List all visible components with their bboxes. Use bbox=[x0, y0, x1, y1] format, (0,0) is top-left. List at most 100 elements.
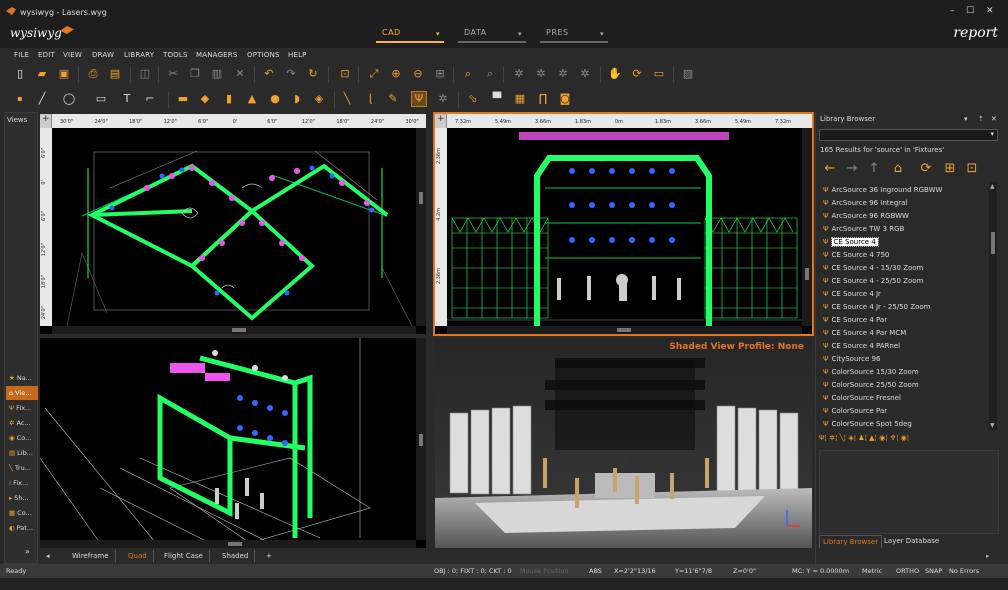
window-icon[interactable]: ▭ bbox=[652, 67, 666, 81]
viewport-front[interactable]: 7.32m 5.49m 3.66m 1.83m 0m 1.83m 3.66m 5.49m 7.3… bbox=[433, 112, 814, 336]
ruler-icon[interactable]: ✎ bbox=[386, 92, 400, 106]
menu-view[interactable]: VIEW bbox=[63, 51, 82, 59]
open-folder-icon[interactable]: ▰ bbox=[35, 67, 49, 81]
views-panel-item[interactable]: Ψ Fix... bbox=[6, 401, 38, 415]
paste-icon[interactable]: ▥ bbox=[210, 67, 224, 81]
up-arrow-icon[interactable]: ↑ bbox=[867, 162, 881, 176]
panel-menu-icon[interactable]: ▾ bbox=[964, 115, 968, 123]
library-list-item[interactable]: Ψ CE Source 4 PARnel bbox=[823, 340, 900, 353]
cable-icon[interactable]: ⌊ bbox=[364, 92, 378, 106]
save-icon[interactable]: ▣ bbox=[57, 67, 71, 81]
light-effect-icon[interactable]: ✲ bbox=[436, 92, 450, 106]
library-list-item[interactable]: Ψ CE Source 4 Par MCM bbox=[823, 327, 906, 340]
horizontal-scrollbar[interactable] bbox=[447, 326, 802, 334]
image-icon[interactable]: ▨ bbox=[681, 67, 695, 81]
viewport-shaded[interactable]: Shaded View Profile: None bbox=[435, 338, 812, 548]
library-list-item[interactable]: Ψ CitySource 96 bbox=[823, 353, 880, 366]
tab-shaded[interactable]: Shaded bbox=[216, 550, 256, 562]
maximize-button[interactable]: ☐ bbox=[966, 6, 974, 16]
camera-icon[interactable]: ◙ bbox=[558, 92, 572, 106]
library-list-item[interactable]: Ψ CE Source 4 Jr bbox=[823, 288, 881, 301]
expand-panel-icon[interactable]: ▸ bbox=[986, 552, 990, 560]
views-panel-item[interactable]: ⌂ Vie... bbox=[6, 386, 38, 400]
library-filter-row[interactable]: Ψ¦ ✲¦ ╲¦ ◈¦ ♟¦ ▲¦ ◉¦ ♆¦ ◉¦ bbox=[819, 434, 999, 446]
platform-icon[interactable]: ◆ bbox=[198, 92, 212, 106]
library-search-input[interactable]: ▾ bbox=[819, 129, 998, 141]
status-metric[interactable]: Metric bbox=[862, 567, 882, 575]
rectangle-icon[interactable]: ▭ bbox=[94, 92, 108, 106]
views-panel-item[interactable]: ★ Na... bbox=[6, 371, 38, 385]
pin-icon[interactable]: ⇡ bbox=[978, 115, 984, 123]
circle-icon[interactable]: ◯ bbox=[62, 92, 76, 106]
menu-edit[interactable]: EDIT bbox=[38, 51, 55, 59]
delete-icon[interactable]: ✕ bbox=[233, 67, 247, 81]
drape-icon[interactable]: ◗ bbox=[290, 92, 304, 106]
minimize-button[interactable]: – bbox=[950, 6, 955, 16]
tab-quad[interactable]: Quad bbox=[122, 550, 154, 562]
paper-icon[interactable]: ◫ bbox=[138, 67, 152, 81]
layer-icon-4[interactable]: ✲ bbox=[578, 67, 592, 81]
copy-icon[interactable]: ❐ bbox=[188, 67, 202, 81]
truss-icon[interactable]: ▬ bbox=[176, 92, 190, 106]
chevron-down-icon[interactable]: ▾ bbox=[990, 130, 994, 138]
mode-pres-button[interactable]: PRES ▾ bbox=[540, 28, 608, 43]
cone-icon[interactable]: ▲ bbox=[245, 92, 259, 106]
fixture-tool-icon[interactable]: Ψ bbox=[411, 91, 427, 107]
library-list-item[interactable]: Ψ ColorSource Fresnel bbox=[823, 392, 901, 405]
library-list-item[interactable]: Ψ ArcSource 96 Integral bbox=[823, 197, 907, 210]
cylinder-icon[interactable]: ▮ bbox=[222, 92, 236, 106]
horizontal-scrollbar[interactable] bbox=[40, 540, 416, 548]
library-list-item[interactable]: Ψ CE Source 4 - 15/30 Zoom bbox=[823, 262, 923, 275]
cut-icon[interactable]: ✂ bbox=[166, 67, 180, 81]
library-list-item[interactable]: Ψ ColorSource Spot 5deg bbox=[823, 418, 912, 431]
report-button[interactable]: report bbox=[953, 25, 998, 41]
text-icon[interactable]: T bbox=[120, 92, 134, 106]
dimension-icon[interactable]: ⌐ bbox=[143, 92, 157, 106]
tab-library-browser[interactable]: Library Browser bbox=[819, 535, 883, 548]
library-list-item[interactable]: Ψ ArcSource TW 3 RGB bbox=[823, 223, 904, 236]
menu-file[interactable]: FILE bbox=[14, 51, 29, 59]
mode-data-button[interactable]: DATA ▾ bbox=[458, 28, 526, 43]
library-list-item[interactable]: Ψ ArcSource 36 Inground RGBWW bbox=[823, 184, 942, 197]
close-button[interactable]: ✕ bbox=[986, 6, 994, 16]
horizontal-scrollbar[interactable] bbox=[52, 326, 416, 334]
properties-icon[interactable]: ⊡ bbox=[338, 67, 352, 81]
refresh-icon[interactable]: ↻ bbox=[306, 67, 320, 81]
layer-icon-3[interactable]: ✲ bbox=[556, 67, 570, 81]
zoom-in-icon[interactable]: ⊕ bbox=[389, 67, 403, 81]
tab-flight-case[interactable]: Flight Case bbox=[158, 550, 210, 562]
views-panel-item[interactable]: ⁞ Fix... bbox=[6, 476, 38, 490]
undo-icon[interactable]: ↶ bbox=[262, 67, 276, 81]
expand-views-icon[interactable]: » bbox=[25, 547, 30, 556]
add-library-icon[interactable]: ⊞ bbox=[943, 162, 957, 176]
viewport-plan[interactable]: 30'0" 24'0" 18'0" 12'0" 6'0" 0' 6'0" 12'0" 18'0"… bbox=[40, 114, 426, 334]
forward-arrow-icon[interactable]: → bbox=[845, 162, 859, 176]
pipe-icon[interactable]: ╲ bbox=[340, 92, 354, 106]
library-list-item[interactable]: Ψ ColorSource 25/50 Zoom bbox=[823, 379, 919, 392]
views-panel-item[interactable]: ◉ Co... bbox=[6, 431, 38, 445]
status-snap[interactable]: SNAP bbox=[925, 567, 942, 575]
library-settings-icon[interactable]: ⊡ bbox=[965, 162, 979, 176]
menu-options[interactable]: OPTIONS bbox=[247, 51, 280, 59]
print-preview-icon[interactable]: ⎙ bbox=[86, 67, 100, 81]
status-ortho[interactable]: ORTHO bbox=[896, 567, 919, 575]
library-scrollbar[interactable]: ▲ ▼ bbox=[989, 182, 997, 430]
library-list-item[interactable]: Ψ CE Source 4 Jr - 25/50 Zoom bbox=[823, 301, 931, 314]
point-icon[interactable]: ▪ bbox=[13, 92, 27, 106]
close-icon[interactable]: ✕ bbox=[991, 115, 997, 123]
screen-icon[interactable]: ▀ bbox=[490, 92, 504, 106]
curtain-icon[interactable]: ∏ bbox=[536, 92, 550, 106]
views-panel-item[interactable]: ▸ Sh... bbox=[6, 491, 38, 505]
add-tab-button[interactable]: + bbox=[260, 550, 278, 562]
pan-hand-icon[interactable]: ✋ bbox=[608, 67, 622, 81]
menu-library[interactable]: LIBRARY bbox=[124, 51, 154, 59]
library-list-item[interactable]: Ψ ColorSource 15/30 Zoom bbox=[823, 366, 919, 379]
layer-icon-1[interactable]: ✲ bbox=[512, 67, 526, 81]
zoom-extents-icon[interactable]: ⤢ bbox=[367, 67, 381, 81]
wall-icon[interactable]: ◈ bbox=[312, 92, 326, 106]
menu-tools[interactable]: TOOLS bbox=[163, 51, 188, 59]
refresh-library-icon[interactable]: ⟳ bbox=[919, 162, 933, 176]
menu-managers[interactable]: MANAGERS bbox=[196, 51, 237, 59]
library-list-item[interactable]: Ψ CE Source 4 Par bbox=[823, 314, 887, 327]
views-panel-item[interactable]: ▦ Co... bbox=[6, 506, 38, 520]
